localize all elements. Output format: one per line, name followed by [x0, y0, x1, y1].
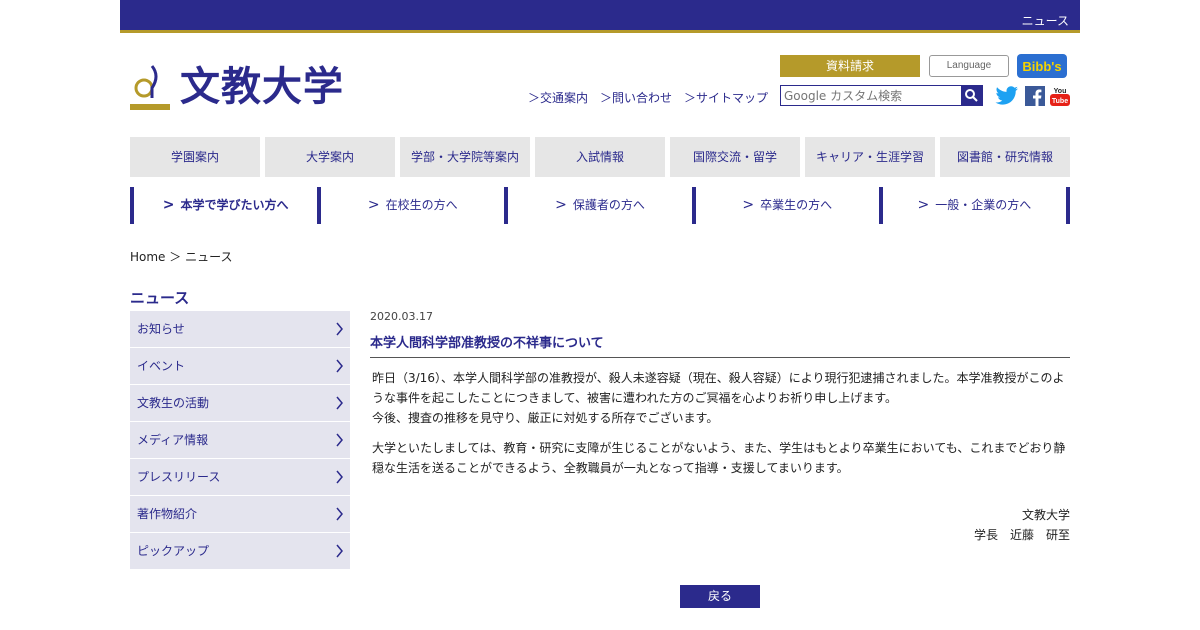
gnav-gakuen[interactable]: 学園案内	[130, 137, 260, 177]
article-line: 今後、捜査の推移を見守り、厳正に対処する所存でございます。	[372, 411, 719, 425]
youtube-icon[interactable]: You Tube	[1050, 86, 1070, 106]
article-paragraph-2: 大学といたしましては、教育・研究に支障が生じることがないよう、また、学生はもとよ…	[370, 438, 1070, 478]
sidebar-item-label: プレスリリース	[137, 470, 221, 484]
sidebar-item-pickup[interactable]: ピックアップ	[130, 533, 350, 569]
sidebar-menu: お知らせ イベント 文教生の活動 メディア情報 プレスリリース 著作物紹介 ピッ…	[130, 311, 350, 570]
tnav-label: 一般・企業の方へ	[935, 198, 1032, 212]
search-box	[780, 85, 983, 106]
request-materials-button[interactable]: 資料請求	[780, 55, 920, 77]
tnav-alumni[interactable]: > 卒業生の方へ	[691, 187, 879, 224]
sidebar-item-press[interactable]: プレスリリース	[130, 459, 350, 495]
utility-links: ＞交通案内 ＞問い合わせ ＞サイトマップ	[528, 89, 768, 106]
breadcrumb-home[interactable]: Home	[130, 250, 165, 264]
article-line: 大学といたしましては、教育・研究に支障が生じることがないよう、また、学生はもとよ…	[372, 441, 1066, 455]
sidebar-item-label: 著作物紹介	[137, 507, 198, 521]
sidebar-item-label: 文教生の活動	[137, 396, 210, 410]
university-logo[interactable]: 文教大学	[130, 60, 360, 114]
sidebar-item-label: お知らせ	[137, 322, 185, 336]
search-button[interactable]	[961, 86, 982, 105]
back-button[interactable]: 戻る	[680, 585, 760, 608]
article-line: 昨日（3/16）、本学人間科学部の准教授が、殺人未遂容疑（現在、殺人容疑）により…	[372, 371, 1065, 385]
sitemap-link[interactable]: ＞サイトマップ	[684, 89, 768, 106]
twitter-icon[interactable]	[995, 86, 1019, 106]
arrow-right-icon: >	[742, 197, 755, 213]
signature-org: 文教大学	[1021, 508, 1070, 522]
news-article: 2020.03.17 本学人間科学部准教授の不祥事について 昨日（3/16）、本…	[370, 310, 1070, 542]
gnav-career[interactable]: キャリア・生涯学習	[805, 137, 935, 177]
tnav-prospective[interactable]: > 本学で学びたい方へ	[130, 187, 317, 224]
global-nav: 学園案内 大学案内 学部・大学院等案内 入試情報 国際交流・留学 キャリア・生涯…	[130, 137, 1070, 177]
chevron-right-icon	[336, 544, 343, 558]
article-line: うな事件を起こしたことにつきまして、被害に遭われた方のご冥福を心よりお祈り申し上…	[372, 391, 898, 405]
breadcrumb: Home ＞ ニュース	[130, 248, 233, 265]
sidebar-item-notice[interactable]: お知らせ	[130, 311, 350, 347]
chevron-right-icon	[336, 470, 343, 484]
article-line: 穏な生活を送ることができるよう、全教職員が一丸となって指導・支援してまいります。	[372, 461, 849, 475]
gnav-library[interactable]: 図書館・研究情報	[940, 137, 1070, 177]
breadcrumb-current: ニュース	[185, 250, 233, 264]
chevron-right-icon	[336, 396, 343, 410]
target-nav: > 本学で学びたい方へ > 在校生の方へ > 保護者の方へ > 卒業生の方へ > 一般・企…	[130, 187, 1071, 224]
tnav-label: 卒業生の方へ	[760, 198, 833, 212]
topbar-news-link[interactable]: ニュース	[1022, 12, 1069, 29]
sidebar-item-media[interactable]: メディア情報	[130, 422, 350, 458]
chevron-right-icon	[336, 507, 343, 521]
access-link[interactable]: ＞交通案内	[528, 89, 588, 106]
svg-text:Tube: Tube	[1052, 98, 1068, 105]
article-paragraph-1: 昨日（3/16）、本学人間科学部の准教授が、殺人未遂容疑（現在、殺人容疑）により…	[370, 368, 1070, 428]
tnav-current[interactable]: > 在校生の方へ	[317, 187, 504, 224]
article-signature: 文教大学 学長 近藤 研至	[974, 505, 1070, 545]
logo-text: 文教大学	[180, 64, 344, 110]
bibbs-logo-text: Bibb's	[1022, 59, 1061, 74]
sidebar-item-event[interactable]: イベント	[130, 348, 350, 384]
tnav-parents[interactable]: > 保護者の方へ	[504, 187, 691, 224]
breadcrumb-separator: ＞	[169, 250, 182, 264]
search-input[interactable]	[781, 86, 961, 105]
tnav-label: 保護者の方へ	[572, 198, 645, 212]
arrow-right-icon: >	[555, 197, 567, 213]
search-icon	[965, 89, 978, 102]
svg-text:You: You	[1054, 88, 1067, 95]
sidebar-item-label: ピックアップ	[137, 544, 210, 558]
tnav-label: 在校生の方へ	[385, 198, 458, 212]
facebook-icon[interactable]	[1025, 86, 1045, 106]
tnav-label: 本学で学びたい方へ	[180, 198, 289, 212]
sidebar-item-publications[interactable]: 著作物紹介	[130, 496, 350, 532]
gnav-nyushi[interactable]: 入試情報	[535, 137, 665, 177]
article-title: 本学人間科学部准教授の不祥事について	[370, 332, 1070, 358]
chevron-right-icon	[336, 322, 343, 336]
sidebar-item-label: メディア情報	[137, 433, 209, 447]
bibbs-logo-icon[interactable]: Bibb's	[1017, 54, 1067, 78]
gnav-daigaku[interactable]: 大学案内	[265, 137, 395, 177]
sidebar-item-student-activity[interactable]: 文教生の活動	[130, 385, 350, 421]
tnav-general[interactable]: > 一般・企業の方へ	[878, 187, 1071, 224]
language-button[interactable]: Language	[929, 55, 1009, 77]
article-date: 2020.03.17	[370, 310, 433, 323]
contact-link[interactable]: ＞問い合わせ	[600, 89, 672, 106]
sidebar-item-label: イベント	[137, 359, 186, 373]
top-bar: ニュース	[120, 0, 1080, 33]
arrow-right-icon: >	[162, 197, 175, 213]
gnav-kokusai[interactable]: 国際交流・留学	[670, 137, 800, 177]
gnav-gakubu[interactable]: 学部・大学院等案内	[400, 137, 530, 177]
arrow-right-icon: >	[367, 197, 380, 213]
chevron-right-icon	[336, 433, 343, 447]
signature-name: 学長 近藤 研至	[973, 528, 1070, 542]
logo-mark-icon	[130, 65, 170, 110]
arrow-right-icon: >	[917, 197, 930, 213]
sidebar-title: ニュース	[130, 289, 190, 307]
chevron-right-icon	[336, 359, 343, 373]
